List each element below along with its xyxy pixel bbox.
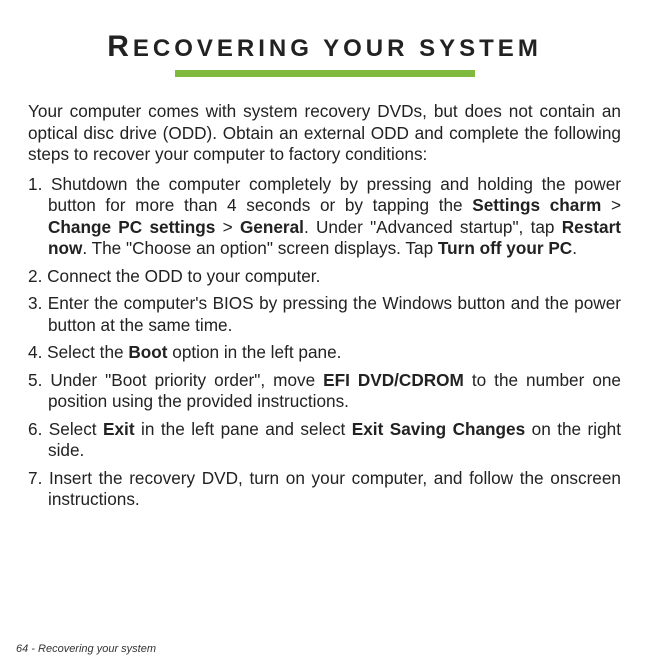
bold-text: Change PC settings — [48, 217, 215, 237]
bold-text: Turn off your PC — [438, 238, 572, 258]
intro-paragraph: Your computer comes with system recovery… — [28, 101, 621, 166]
step-item: Select Exit in the left pane and select … — [28, 419, 621, 462]
bold-text: EFI DVD/CDROM — [323, 370, 464, 390]
text: Select the — [47, 342, 128, 362]
page-footer: 64 - Recovering your system — [16, 643, 156, 655]
step-item: Connect the ODD to your computer. — [28, 266, 621, 288]
step-item: Select the Boot option in the left pane. — [28, 342, 621, 364]
text: > — [215, 217, 240, 237]
text: in the left pane and select — [135, 419, 352, 439]
text: . — [572, 238, 577, 258]
step-item: Insert the recovery DVD, turn on your co… — [28, 468, 621, 511]
bold-text: Exit Saving Changes — [352, 419, 525, 439]
text: Under "Boot priority order", move — [50, 370, 323, 390]
step-item: Under "Boot priority order", move EFI DV… — [28, 370, 621, 413]
bold-text: Exit — [103, 419, 135, 439]
title-rest: ECOVERING YOUR SYSTEM — [133, 35, 542, 62]
steps-list: Shutdown the computer completely by pres… — [28, 174, 621, 511]
text: > — [601, 195, 621, 215]
text: Enter the computer's BIOS by pressing th… — [48, 293, 621, 335]
text: . The "Choose an option" screen displays… — [82, 238, 438, 258]
step-item: Enter the computer's BIOS by pressing th… — [28, 293, 621, 336]
title-rule — [175, 70, 475, 77]
document-page: RECOVERING YOUR SYSTEM Your computer com… — [0, 0, 649, 669]
bold-text: Boot — [128, 342, 167, 362]
text: Connect the ODD to your computer. — [47, 266, 320, 286]
bold-text: Settings charm — [472, 195, 601, 215]
bold-text: General — [240, 217, 304, 237]
text: Select — [49, 419, 103, 439]
text: Insert the recovery DVD, turn on your co… — [48, 468, 621, 510]
text: . Under "Advanced startup", tap — [304, 217, 562, 237]
page-title: RECOVERING YOUR SYSTEM — [28, 30, 621, 64]
title-first-letter: R — [107, 30, 133, 63]
step-item: Shutdown the computer completely by pres… — [28, 174, 621, 260]
text: option in the left pane. — [167, 342, 341, 362]
